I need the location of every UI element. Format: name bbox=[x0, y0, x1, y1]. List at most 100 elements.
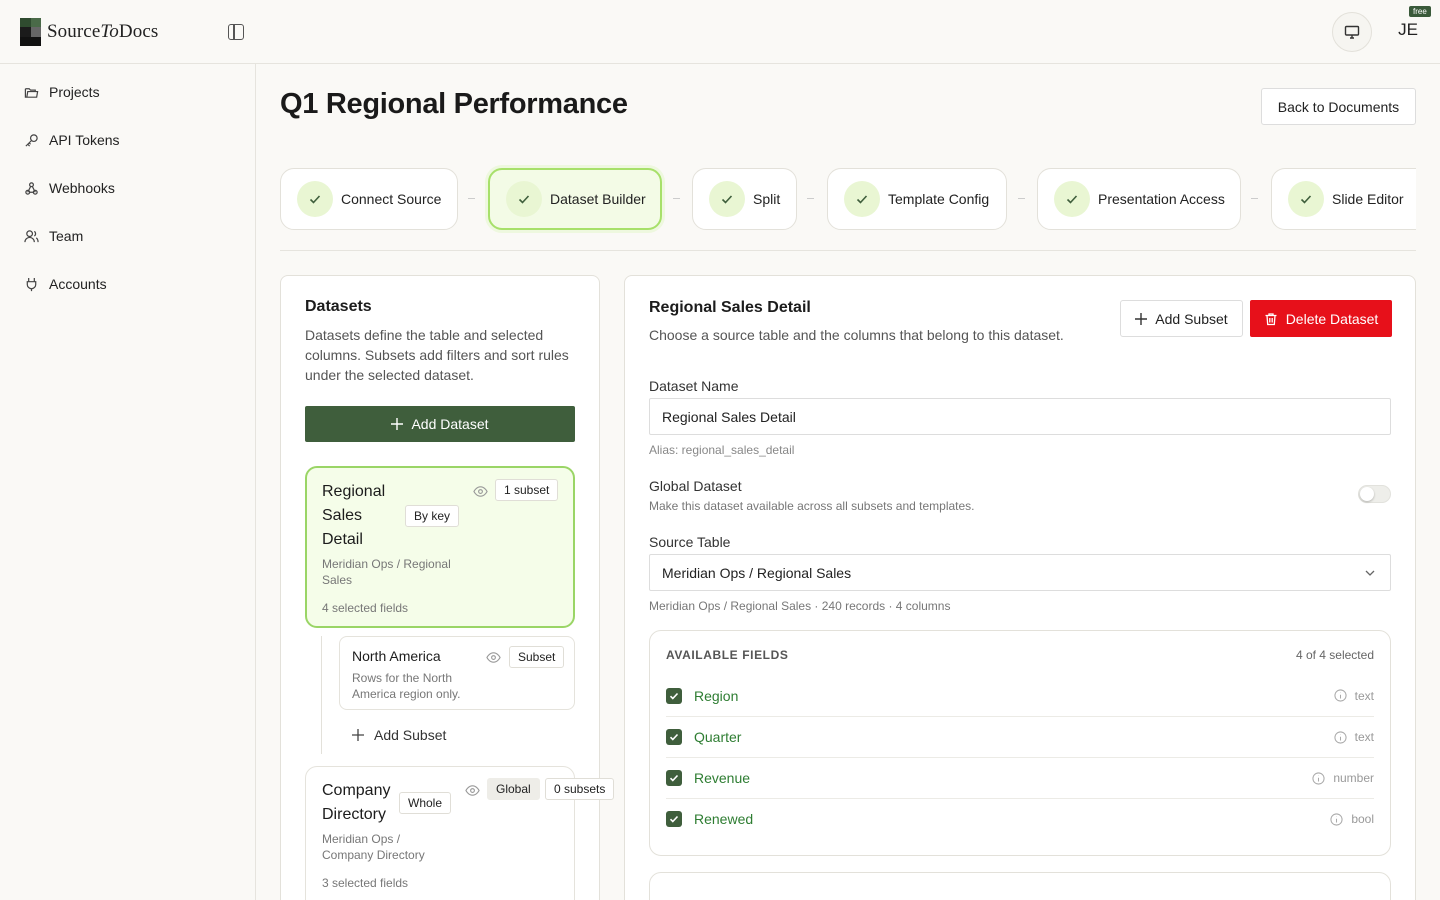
dataset-alias: Alias: regional_sales_detail bbox=[649, 443, 795, 457]
sidebar-toggle-icon[interactable] bbox=[228, 24, 244, 40]
subset-card-north-america[interactable]: North America Subset Rows for the North … bbox=[339, 636, 575, 710]
top-bar: SourceToDocs free JE bbox=[0, 0, 1440, 64]
field-type-label: bool bbox=[1351, 812, 1374, 826]
key-mode-chip: By key bbox=[405, 505, 460, 527]
sidebar-item-label: API Tokens bbox=[49, 132, 120, 148]
field-checkbox[interactable] bbox=[666, 729, 682, 745]
info-icon[interactable] bbox=[1334, 730, 1347, 744]
folder-icon bbox=[24, 87, 39, 98]
trash-icon bbox=[1265, 312, 1277, 325]
dataset-source: Meridian Ops / Company Directory bbox=[322, 832, 425, 862]
sidebar-item-label: Team bbox=[49, 228, 84, 244]
check-icon bbox=[506, 181, 542, 217]
sidebar-item-label: Webhooks bbox=[49, 180, 115, 196]
dataset-name-input[interactable]: Regional Sales Detail bbox=[649, 398, 1391, 435]
check-icon bbox=[1054, 181, 1090, 217]
page-title: Q1 Regional Performance bbox=[280, 88, 628, 120]
monitor-icon bbox=[1344, 25, 1360, 39]
step-label: Template Config bbox=[888, 191, 990, 207]
back-to-documents-button[interactable]: Back to Documents bbox=[1261, 88, 1416, 125]
global-dataset-toggle[interactable] bbox=[1358, 485, 1391, 503]
plus-icon bbox=[391, 418, 404, 430]
step-template-config[interactable]: Template Config bbox=[827, 168, 1007, 230]
source-table-select[interactable]: Meridian Ops / Regional Sales bbox=[649, 554, 1391, 591]
step-presentation-access[interactable]: Presentation Access bbox=[1037, 168, 1241, 230]
field-row-revenue[interactable]: Revenue number bbox=[666, 757, 1374, 798]
global-dataset-description: Make this dataset available across all s… bbox=[649, 499, 975, 513]
eye-icon[interactable] bbox=[473, 484, 488, 499]
field-checkbox[interactable] bbox=[666, 770, 682, 786]
field-checkbox[interactable] bbox=[666, 811, 682, 827]
step-slide-editor[interactable]: Slide Editor bbox=[1271, 168, 1416, 230]
field-row-quarter[interactable]: Quarter text bbox=[666, 716, 1374, 757]
subset-chip: Subset bbox=[509, 646, 565, 668]
global-chip: Global bbox=[487, 778, 540, 800]
available-fields-card: AVAILABLE FIELDS 4 of 4 selected Region … bbox=[649, 630, 1391, 856]
delete-dataset-label: Delete Dataset bbox=[1285, 310, 1379, 327]
webhook-icon bbox=[25, 181, 38, 195]
stepper-divider bbox=[280, 250, 1416, 251]
check-icon bbox=[297, 181, 333, 217]
step-label: Presentation Access bbox=[1098, 191, 1225, 207]
sidebar-item-api-tokens[interactable]: API Tokens bbox=[24, 132, 120, 148]
available-fields-heading: AVAILABLE FIELDS bbox=[666, 648, 789, 662]
check-icon bbox=[709, 181, 745, 217]
plan-badge: free bbox=[1409, 6, 1431, 17]
sidebar-item-team[interactable]: Team bbox=[24, 228, 83, 244]
sidebar-item-accounts[interactable]: Accounts bbox=[24, 276, 107, 292]
step-split[interactable]: Split bbox=[692, 168, 797, 230]
info-icon[interactable] bbox=[1330, 812, 1343, 826]
step-dataset-builder[interactable]: Dataset Builder bbox=[488, 168, 662, 230]
field-row-region[interactable]: Region text bbox=[666, 675, 1374, 716]
chevron-down-icon bbox=[1365, 570, 1375, 576]
dataset-field-count: 4 selected fields bbox=[322, 601, 409, 615]
subset-name: North America bbox=[352, 648, 441, 664]
add-subset-button-label: Add Subset bbox=[1155, 310, 1228, 327]
key-mode-chip: Whole bbox=[399, 792, 452, 814]
add-subset-button[interactable]: Add Subset bbox=[1120, 300, 1243, 337]
add-dataset-label: Add Dataset bbox=[411, 416, 489, 432]
add-subset-link[interactable]: Add Subset bbox=[352, 727, 446, 743]
detail-subtitle: Choose a source table and the columns th… bbox=[649, 327, 1064, 343]
delete-dataset-button[interactable]: Delete Dataset bbox=[1250, 300, 1392, 337]
field-name: Renewed bbox=[694, 811, 754, 827]
dataset-field-count: 3 selected fields bbox=[322, 876, 409, 890]
plus-icon bbox=[352, 729, 364, 741]
subset-section-card bbox=[649, 872, 1391, 900]
field-type: number bbox=[1312, 771, 1374, 785]
field-name: Quarter bbox=[694, 729, 742, 745]
check-icon bbox=[1288, 181, 1324, 217]
user-avatar[interactable]: JE bbox=[1390, 20, 1426, 40]
field-type-label: text bbox=[1354, 730, 1374, 744]
sidebar-item-projects[interactable]: Projects bbox=[24, 84, 100, 100]
field-name: Revenue bbox=[694, 770, 751, 786]
info-icon[interactable] bbox=[1312, 771, 1325, 785]
source-table-value: Meridian Ops / Regional Sales bbox=[662, 564, 852, 581]
brand-logo[interactable]: SourceToDocs bbox=[20, 18, 158, 46]
display-mode-button[interactable] bbox=[1332, 12, 1372, 52]
sidebar: Projects API Tokens Webhooks Team Accoun… bbox=[0, 64, 256, 900]
field-checkbox[interactable] bbox=[666, 687, 682, 704]
eye-icon[interactable] bbox=[465, 783, 480, 798]
dataset-name: Company Directory bbox=[322, 782, 391, 823]
step-connect-source[interactable]: Connect Source bbox=[280, 168, 458, 230]
dataset-card-company-directory[interactable]: Company Directory Whole Global 0 subsets… bbox=[305, 766, 615, 900]
dataset-name-label: Dataset Name bbox=[649, 378, 739, 394]
fields-selected-count: 4 of 4 selected bbox=[1295, 648, 1374, 662]
users-icon bbox=[24, 229, 39, 242]
add-dataset-button[interactable]: Add Dataset bbox=[305, 406, 575, 442]
info-icon[interactable] bbox=[1334, 689, 1347, 702]
logo-mark-icon bbox=[20, 18, 41, 46]
eye-icon[interactable] bbox=[486, 650, 501, 665]
field-row-renewed[interactable]: Renewed bool bbox=[666, 798, 1374, 839]
field-type-label: text bbox=[1354, 688, 1374, 703]
subset-description: Rows for the North America region only. bbox=[352, 671, 461, 701]
field-type: text bbox=[1334, 730, 1374, 744]
global-dataset-label: Global Dataset bbox=[649, 478, 742, 494]
sidebar-item-label: Accounts bbox=[49, 276, 107, 292]
dataset-name: Regional Sales Detail bbox=[322, 483, 386, 548]
dataset-card-regional-sales[interactable]: Regional Sales Detail By key 1 subset Me… bbox=[305, 466, 575, 628]
datasets-title: Datasets bbox=[305, 298, 372, 315]
sidebar-item-webhooks[interactable]: Webhooks bbox=[24, 180, 115, 196]
plug-icon bbox=[26, 277, 37, 291]
